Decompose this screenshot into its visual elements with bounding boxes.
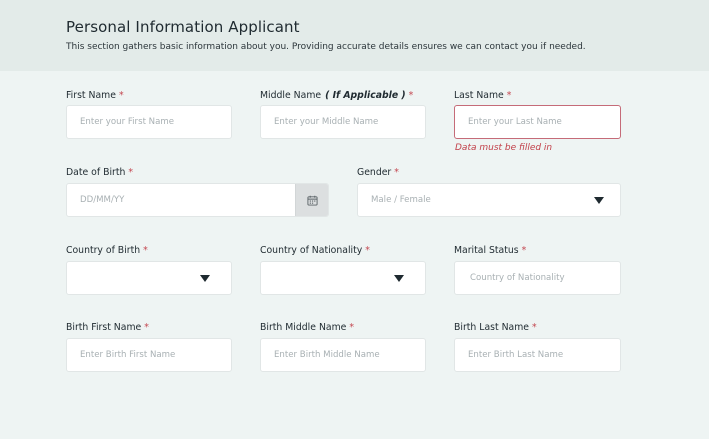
calendar-icon [306,195,318,206]
middle-name-field[interactable] [260,105,426,139]
caret-down-icon [594,197,604,204]
birth-last-name-field[interactable] [454,338,621,372]
country-of-nationality-label: Country of Nationality * [260,245,370,256]
date-picker-button[interactable] [295,184,328,216]
required-marker: * [506,90,512,101]
required-marker: * [144,322,149,333]
country-of-nationality-select[interactable] [260,261,426,295]
dob-label: Date of Birth * [66,167,134,178]
gender-placeholder: Male / Female [371,195,431,205]
required-marker: * [408,90,414,101]
middle-name-note: ( If Applicable ) [325,90,406,101]
first-name-field[interactable] [66,105,232,139]
required-marker: * [118,90,124,101]
last-name-input[interactable] [455,106,620,138]
birth-first-name-input[interactable] [67,339,231,371]
birth-middle-name-input[interactable] [261,339,425,371]
required-marker: * [365,245,370,256]
last-name-field[interactable] [454,105,621,139]
birth-first-name-field[interactable] [66,338,232,372]
birth-last-name-input[interactable] [455,339,620,371]
middle-name-label: Middle Name( If Applicable ) * [260,90,414,101]
last-name-label: Last Name * [454,90,512,101]
dob-input[interactable] [67,184,295,216]
section-header: Personal Information Applicant This sect… [0,0,709,71]
page-subtitle: This section gathers basic information a… [66,42,586,52]
required-marker: * [128,167,134,178]
required-marker: * [394,167,399,178]
marital-status-label: Marital Status * [454,245,527,256]
birth-middle-name-field[interactable] [260,338,426,372]
required-marker: * [349,322,355,333]
first-name-input[interactable] [67,106,231,138]
last-name-error: Data must be filled in [455,143,553,153]
country-of-birth-label: Country of Birth * [66,245,148,256]
marital-status-field[interactable] [454,261,621,295]
gender-label: Gender * [357,167,399,178]
middle-name-input[interactable] [261,106,425,138]
required-marker: * [532,322,537,333]
caret-down-icon [394,275,404,282]
required-marker: * [521,245,527,256]
gender-select[interactable]: Male / Female [357,183,621,217]
dob-field[interactable] [66,183,329,217]
required-marker: * [143,245,148,256]
marital-status-input[interactable] [455,262,620,294]
country-of-birth-select[interactable] [66,261,232,295]
birth-middle-name-label: Birth Middle Name * [260,322,355,333]
page-title: Personal Information Applicant [66,18,300,36]
caret-down-icon [200,275,210,282]
first-name-label: First Name * [66,90,124,101]
birth-last-name-label: Birth Last Name * [454,322,537,333]
birth-first-name-label: Birth First Name * [66,322,149,333]
